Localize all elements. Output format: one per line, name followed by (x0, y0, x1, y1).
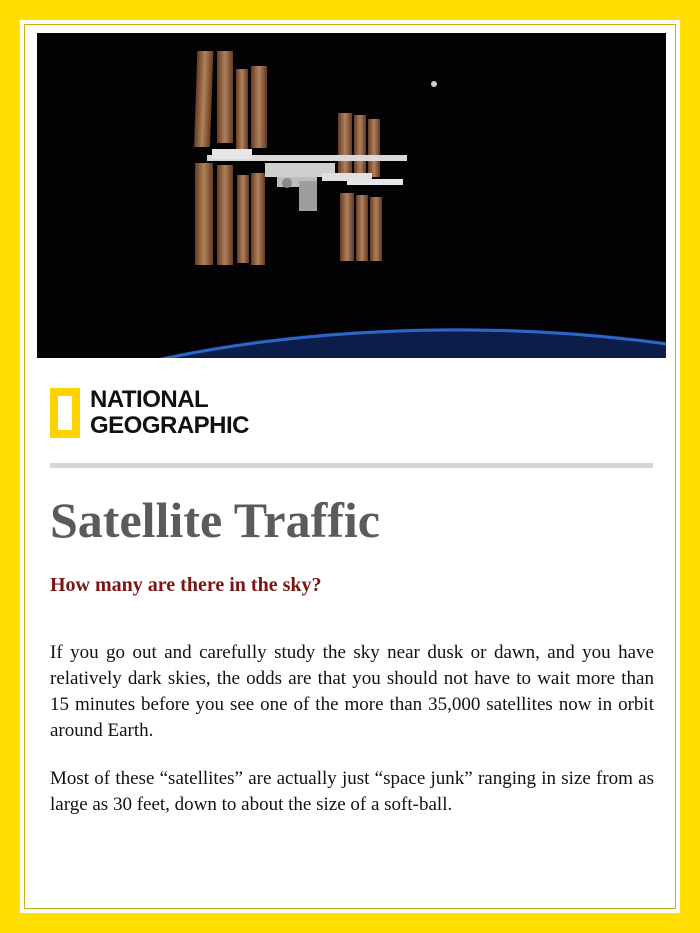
article-subtitle: How many are there in the sky? (50, 574, 322, 596)
logo-line-2: GEOGRAPHIC (90, 412, 250, 439)
yellow-border-icon (50, 388, 80, 438)
logo-wordmark: NATIONAL GEOGRAPHIC (90, 386, 250, 439)
national-geographic-logo: NATIONAL GEOGRAPHIC (50, 383, 250, 443)
article-title: Satellite Traffic (50, 492, 380, 548)
hero-image-space-station (37, 33, 666, 358)
divider (50, 463, 653, 468)
paragraph-2: Most of these “satellites” are actually … (50, 768, 654, 815)
space-station-illustration (158, 51, 666, 358)
logo-line-1: NATIONAL (90, 386, 209, 413)
paragraph-1: If you go out and carefully study the sk… (50, 642, 654, 741)
